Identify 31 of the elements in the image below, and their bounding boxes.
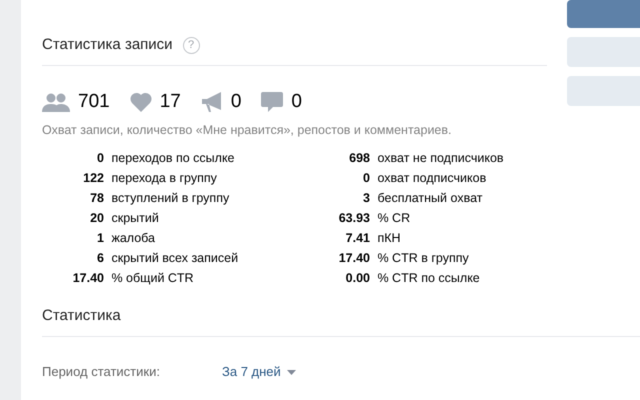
metric-text: 122 перехода в группу bbox=[82, 170, 217, 186]
megaphone-icon bbox=[200, 92, 223, 112]
side-button[interactable] bbox=[567, 76, 640, 106]
people-icon bbox=[42, 92, 70, 112]
section-title: Статистика bbox=[42, 306, 122, 326]
speech-bubble-icon bbox=[261, 92, 284, 112]
side-button[interactable] bbox=[567, 0, 640, 28]
counter-value: 0 bbox=[230, 91, 242, 113]
caret-icon bbox=[286, 370, 296, 374]
period-dropdown[interactable]: За 7 дней bbox=[222, 363, 296, 381]
metric-text: 0 переходов по ссылке bbox=[96, 150, 235, 166]
metric-text: 63.93 % CR bbox=[338, 210, 410, 226]
metric-text: 1 жалоба bbox=[96, 230, 155, 246]
metric-text: 698 охват не подписчиков bbox=[348, 150, 504, 166]
metric-text: 78 вступлений в группу bbox=[89, 190, 230, 206]
metric-text: 0.00 % CTR по ссылке bbox=[344, 270, 480, 286]
metric-text: 0 охват подписчиков bbox=[362, 170, 486, 186]
counter-value: 0 bbox=[291, 91, 302, 113]
caption: Охват записи, количество «Мне нравится», репостов и комментариев. bbox=[42, 122, 452, 138]
counter-value: 17 bbox=[160, 91, 181, 113]
metric-text: 6 скрытий всех записей bbox=[96, 250, 238, 266]
period-label: Период статистики: bbox=[42, 363, 161, 381]
metric-text: 7.41 пКН bbox=[344, 230, 401, 246]
section-title: Статистика записи bbox=[42, 35, 173, 55]
metric-text: 20 скрытий bbox=[89, 210, 159, 226]
counter-value: 701 bbox=[78, 91, 110, 113]
side-button[interactable] bbox=[567, 37, 640, 67]
metric-text: 17.40 % CTR в группу bbox=[338, 250, 469, 266]
heart-icon bbox=[130, 92, 152, 112]
metric-text: 17.40 % общий CTR bbox=[72, 270, 194, 286]
metric-text: 3 бесплатный охват bbox=[362, 190, 482, 206]
